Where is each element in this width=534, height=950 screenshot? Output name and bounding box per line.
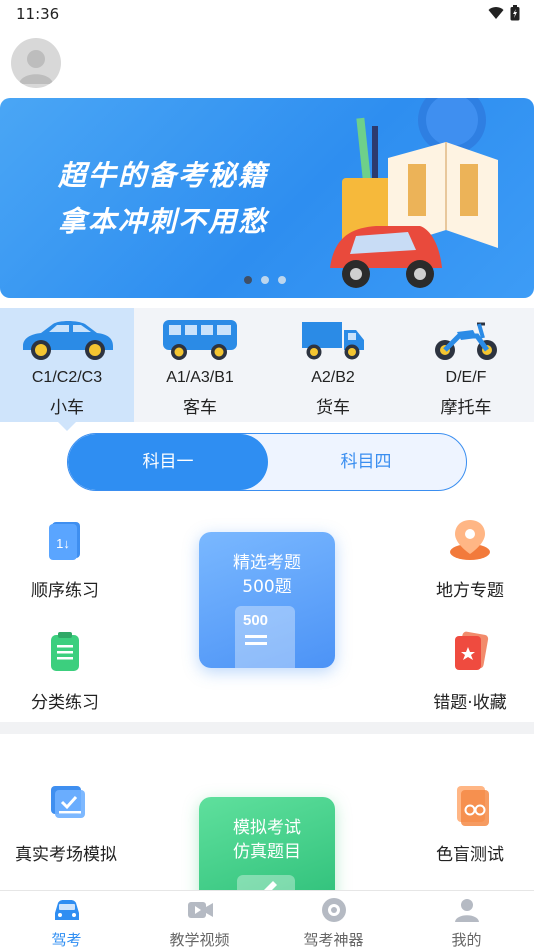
real-exam-simulation-button[interactable]: 真实考场模拟 <box>4 780 128 865</box>
vehicle-tab-truck[interactable]: A2/B2 货车 <box>266 308 400 422</box>
local-topics-button[interactable]: 地方专题 <box>420 516 520 601</box>
nav-mine[interactable]: 我的 <box>400 891 533 950</box>
exam-screen-icon <box>41 780 91 830</box>
mistakes-favorites-label: 错题·收藏 <box>433 693 507 713</box>
nav-label: 驾考 <box>51 931 82 949</box>
category-practice-label: 分类练习 <box>31 693 99 713</box>
video-icon <box>187 902 213 918</box>
featured-questions-count: 500题 <box>242 577 292 597</box>
status-icons <box>488 5 520 21</box>
mock-exam-title: 模拟考试 <box>233 818 301 838</box>
user-icon <box>454 899 479 922</box>
nav-driving-exam[interactable]: 驾考 <box>0 891 133 950</box>
selected-tab-pointer <box>58 422 76 431</box>
color-blind-icon <box>445 780 495 830</box>
vehicle-name: 货车 <box>316 398 350 418</box>
banner-dot[interactable] <box>261 276 269 284</box>
avatar[interactable] <box>11 38 61 88</box>
status-time: 11:36 <box>16 5 60 23</box>
featured-questions-badge: 500 <box>243 612 269 629</box>
vehicle-code: C1/C2/C3 <box>31 369 103 386</box>
local-topics-label: 地方专题 <box>436 581 504 601</box>
location-pin-icon <box>445 516 495 566</box>
category-practice-button[interactable]: 分类练习 <box>20 628 110 713</box>
bottom-navigation: 驾考 教学视频 驾考神器 我的 <box>0 890 534 950</box>
motorcycle-icon <box>435 322 497 360</box>
color-blind-test-label: 色盲测试 <box>436 845 504 865</box>
color-blind-test-button[interactable]: 色盲测试 <box>420 780 520 865</box>
svg-text:1↓: 1↓ <box>56 536 70 551</box>
equals-icon <box>245 635 267 645</box>
default-avatar-icon <box>19 50 53 84</box>
wifi-icon <box>488 7 504 20</box>
banner-headline: 超牛的备考秘籍 <box>58 159 269 192</box>
vehicle-name: 小车 <box>50 398 84 418</box>
sequential-practice-button[interactable]: 1↓ 顺序练习 <box>20 516 110 601</box>
real-exam-simulation-label: 真实考场模拟 <box>15 845 117 865</box>
vehicle-code: A2/B2 <box>311 369 355 386</box>
subject-option-four[interactable]: 科目四 <box>266 434 466 490</box>
car-icon <box>23 321 113 360</box>
vehicle-name: 客车 <box>183 398 217 418</box>
nav-label: 驾考神器 <box>303 931 364 949</box>
vehicle-tab-bus[interactable]: A1/A3/B1 客车 <box>133 308 267 422</box>
section-divider <box>0 722 534 734</box>
subject-option-one[interactable]: 科目一 <box>68 434 268 490</box>
banner-subheadline: 拿本冲刺不用愁 <box>58 205 269 238</box>
vehicle-name: 摩托车 <box>440 398 492 418</box>
vehicle-tab-motorcycle[interactable]: D/E/F 摩托车 <box>399 308 533 422</box>
vehicle-tab-car[interactable]: C1/C2/C3 小车 <box>0 308 134 422</box>
vehicle-code: D/E/F <box>445 369 487 386</box>
bus-icon <box>163 320 237 360</box>
sequential-practice-icon: 1↓ <box>40 516 90 566</box>
car-nav-icon <box>54 900 79 920</box>
vehicle-type-tabs: C1/C2/C3 小车 A1/A3/B1 客车 A2/B2 货车 D/E/F 摩… <box>0 308 534 422</box>
banner-illustration <box>330 98 498 288</box>
mistakes-favorites-button[interactable]: 错题·收藏 <box>420 628 520 713</box>
nav-teaching-videos[interactable]: 教学视频 <box>133 891 266 950</box>
truck-icon <box>302 322 364 360</box>
banner-dot[interactable] <box>278 276 286 284</box>
mock-exam-subtitle: 仿真题目 <box>233 842 301 862</box>
vehicle-code: A1/A3/B1 <box>166 369 234 386</box>
battery-icon <box>510 5 520 21</box>
featured-questions-card[interactable]: 精选考题 500题 500 <box>199 532 335 668</box>
category-practice-icon <box>40 628 90 678</box>
sequential-practice-label: 顺序练习 <box>31 581 99 601</box>
featured-questions-title: 精选考题 <box>233 553 301 573</box>
subject-toggle: 科目四 科目一 <box>67 433 467 491</box>
status-bar: 11:36 <box>0 0 534 28</box>
banner-pagination <box>244 276 286 284</box>
nav-label: 教学视频 <box>169 931 230 949</box>
promo-banner[interactable]: 超牛的备考秘籍 拿本冲刺不用愁 <box>0 98 534 298</box>
nav-label: 我的 <box>451 931 482 949</box>
banner-dot[interactable] <box>244 276 252 284</box>
nav-exam-tools[interactable]: 驾考神器 <box>267 891 400 950</box>
mistakes-icon <box>445 628 495 678</box>
tool-icon <box>321 898 346 922</box>
